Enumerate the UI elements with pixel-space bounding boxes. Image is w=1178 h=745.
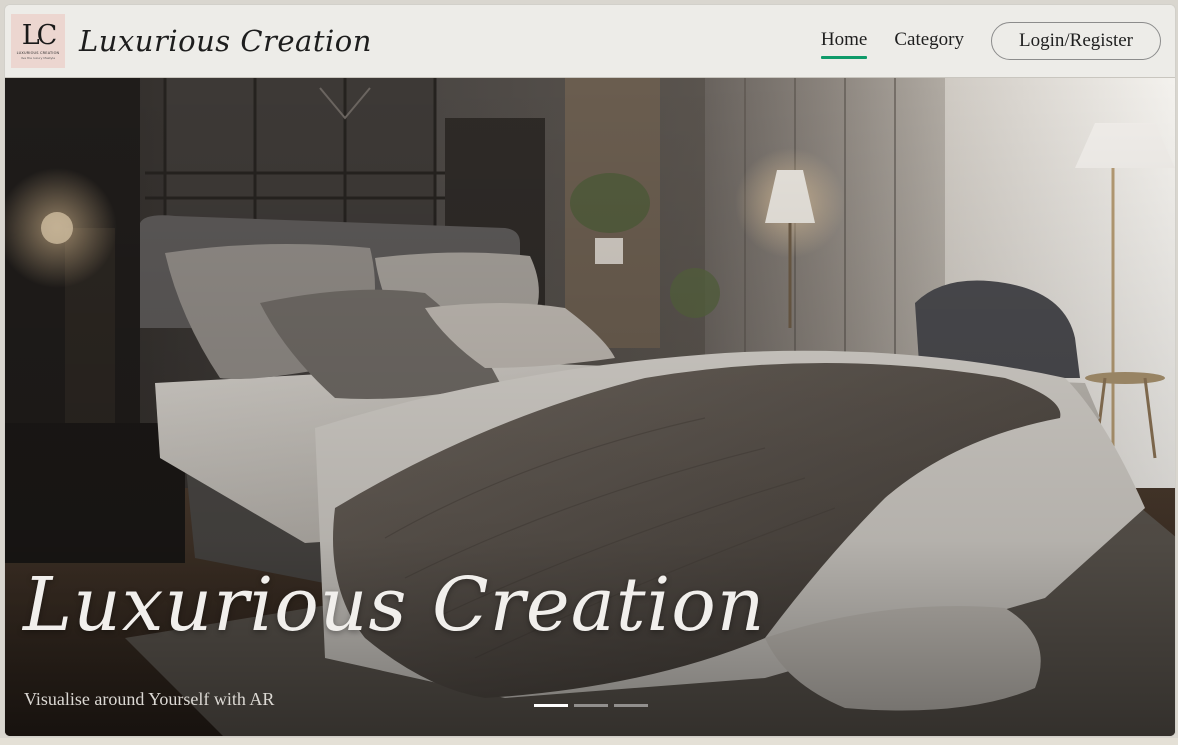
- brand[interactable]: LC LUXURIOUS CREATION live the luxury li…: [11, 14, 372, 68]
- navbar: LC LUXURIOUS CREATION live the luxury li…: [5, 5, 1175, 78]
- logo-subtagline: live the luxury lifestyle: [20, 56, 56, 60]
- nav-links: Home Category Login/Register: [820, 22, 1161, 60]
- hero-carousel[interactable]: Luxurious Creation Visualise around Your…: [5, 78, 1175, 736]
- nav-home-link[interactable]: Home: [820, 25, 868, 59]
- login-register-button[interactable]: Login/Register: [991, 22, 1161, 60]
- nav-category-link[interactable]: Category: [894, 25, 964, 57]
- carousel-indicators: [534, 704, 654, 707]
- carousel-indicator-1[interactable]: [534, 704, 568, 707]
- hero-subtitle: Visualise around Yourself with AR: [24, 689, 275, 709]
- logo-mark: LC: [21, 20, 58, 51]
- carousel-indicator-3[interactable]: [614, 704, 648, 707]
- hero-title: Luxurious Creation: [23, 562, 766, 648]
- page-bottom-strip: [0, 738, 1178, 745]
- brand-logo[interactable]: LC LUXURIOUS CREATION live the luxury li…: [11, 14, 65, 68]
- browser-frame: LC LUXURIOUS CREATION live the luxury li…: [4, 4, 1176, 737]
- brand-name[interactable]: Luxurious Creation: [79, 24, 372, 58]
- logo-tagline: LUXURIOUS CREATION: [16, 51, 60, 55]
- carousel-indicator-2[interactable]: [574, 704, 608, 707]
